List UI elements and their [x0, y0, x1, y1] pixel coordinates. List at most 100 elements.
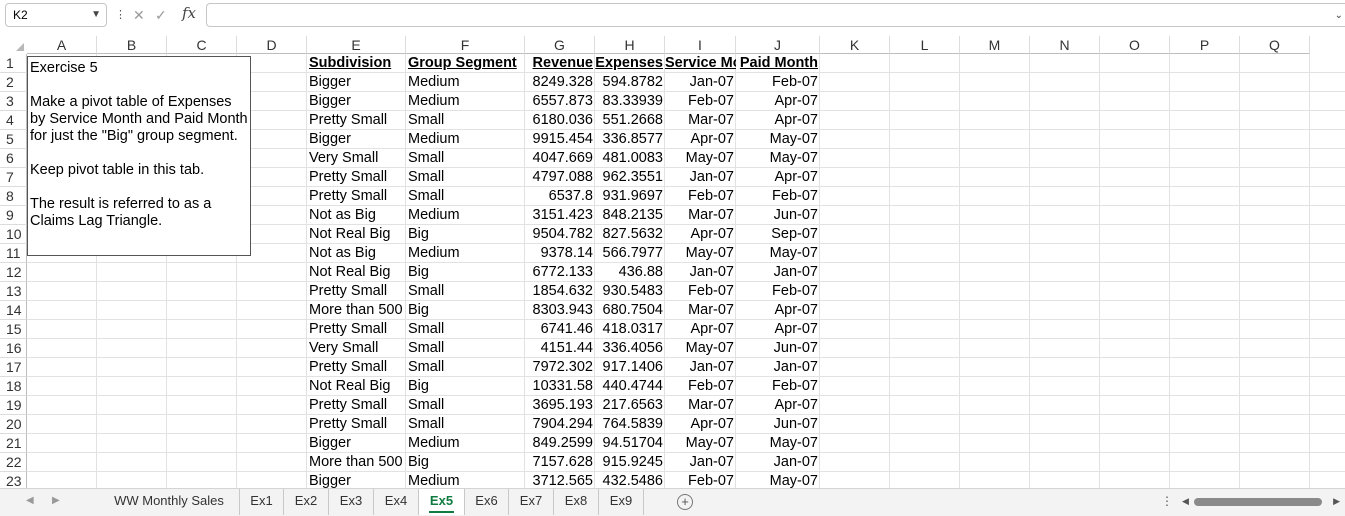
row-header-8[interactable]: 8 [0, 187, 27, 206]
table-cell[interactable]: Big [406, 453, 525, 472]
table-cell[interactable]: 1854.632 [525, 282, 595, 301]
table-cell[interactable]: 6772.133 [525, 263, 595, 282]
table-cell[interactable]: Small [406, 187, 525, 206]
table-cell[interactable]: Medium [406, 244, 525, 263]
header-cell[interactable]: Group Segment [406, 54, 525, 73]
tab-ex2[interactable]: Ex2 [284, 489, 329, 515]
row-header-1[interactable]: 1 [0, 54, 27, 73]
cancel-icon[interactable]: ✕ [133, 5, 145, 25]
row-header-19[interactable]: 19 [0, 396, 27, 415]
row-header-23[interactable]: 23 [0, 472, 27, 488]
table-cell[interactable]: Apr-07 [736, 301, 820, 320]
horizontal-scrollbar[interactable]: ◀ ▶ [1180, 496, 1340, 507]
row-header-12[interactable]: 12 [0, 263, 27, 282]
row-header-10[interactable]: 10 [0, 225, 27, 244]
row-header-11[interactable]: 11 [0, 244, 27, 263]
table-cell[interactable]: Apr-07 [736, 320, 820, 339]
table-cell[interactable]: 917.1406 [595, 358, 665, 377]
table-cell[interactable]: 3151.423 [525, 206, 595, 225]
table-cell[interactable]: 336.4056 [595, 339, 665, 358]
table-cell[interactable]: Mar-07 [665, 301, 736, 320]
row-header-14[interactable]: 14 [0, 301, 27, 320]
table-cell[interactable]: 7904.294 [525, 415, 595, 434]
table-cell[interactable]: Bigger [307, 434, 406, 453]
name-box[interactable]: K2 ▼ [5, 3, 107, 27]
tab-ex4[interactable]: Ex4 [374, 489, 419, 515]
header-cell[interactable]: Subdivision [307, 54, 406, 73]
table-cell[interactable]: 217.6563 [595, 396, 665, 415]
column-header-l[interactable]: L [890, 36, 960, 54]
tab-ex9[interactable]: Ex9 [599, 489, 644, 515]
table-cell[interactable]: 4151.44 [525, 339, 595, 358]
table-cell[interactable]: May-07 [736, 130, 820, 149]
table-cell[interactable]: Big [406, 377, 525, 396]
table-cell[interactable]: Big [406, 263, 525, 282]
column-header-p[interactable]: P [1170, 36, 1240, 54]
table-cell[interactable]: Jan-07 [665, 263, 736, 282]
row-header-5[interactable]: 5 [0, 130, 27, 149]
table-cell[interactable]: Mar-07 [665, 206, 736, 225]
table-cell[interactable]: 94.51704 [595, 434, 665, 453]
table-cell[interactable]: 594.8782 [595, 73, 665, 92]
row-header-9[interactable]: 9 [0, 206, 27, 225]
check-icon[interactable]: ✓ [155, 5, 167, 25]
table-cell[interactable]: Bigger [307, 73, 406, 92]
tab-ex5[interactable]: Ex5 [419, 489, 465, 515]
prev-sheet-icon[interactable]: ◀ [26, 495, 34, 506]
table-cell[interactable]: 481.0083 [595, 149, 665, 168]
table-cell[interactable]: 10331.58 [525, 377, 595, 396]
table-cell[interactable]: Small [406, 358, 525, 377]
table-cell[interactable]: Very Small [307, 339, 406, 358]
table-cell[interactable]: Medium [406, 130, 525, 149]
table-cell[interactable]: Apr-07 [665, 130, 736, 149]
table-cell[interactable]: More than 500 [307, 301, 406, 320]
table-cell[interactable]: 962.3551 [595, 168, 665, 187]
scroll-left-icon[interactable]: ◀ [1182, 496, 1189, 507]
table-cell[interactable]: Apr-07 [665, 320, 736, 339]
table-cell[interactable]: Apr-07 [665, 225, 736, 244]
table-cell[interactable]: Bigger [307, 472, 406, 488]
table-cell[interactable]: More than 500 [307, 453, 406, 472]
table-cell[interactable]: Pretty Small [307, 168, 406, 187]
table-cell[interactable]: Big [406, 225, 525, 244]
column-header-c[interactable]: C [167, 36, 237, 54]
table-cell[interactable]: Jan-07 [736, 263, 820, 282]
table-cell[interactable]: 436.88 [595, 263, 665, 282]
table-cell[interactable]: 764.5839 [595, 415, 665, 434]
table-cell[interactable]: Jan-07 [736, 358, 820, 377]
tab-ex6[interactable]: Ex6 [465, 489, 509, 515]
table-cell[interactable]: 6180.036 [525, 111, 595, 130]
table-cell[interactable]: 930.5483 [595, 282, 665, 301]
table-cell[interactable]: 9915.454 [525, 130, 595, 149]
table-cell[interactable]: Not as Big [307, 244, 406, 263]
table-cell[interactable]: 3712.565 [525, 472, 595, 488]
table-cell[interactable]: Small [406, 149, 525, 168]
table-cell[interactable]: Not Real Big [307, 225, 406, 244]
table-cell[interactable]: Apr-07 [736, 92, 820, 111]
column-header-i[interactable]: I [665, 36, 736, 54]
table-cell[interactable]: 4047.669 [525, 149, 595, 168]
tab-ex8[interactable]: Ex8 [554, 489, 599, 515]
chevron-down-icon[interactable]: ▼ [91, 4, 101, 26]
table-cell[interactable]: May-07 [665, 339, 736, 358]
table-cell[interactable]: Apr-07 [736, 168, 820, 187]
table-cell[interactable]: Bigger [307, 92, 406, 111]
table-cell[interactable]: Jun-07 [736, 415, 820, 434]
table-cell[interactable]: Sep-07 [736, 225, 820, 244]
table-cell[interactable]: 827.5632 [595, 225, 665, 244]
formula-input[interactable]: ⌄ [206, 3, 1345, 27]
table-cell[interactable]: May-07 [736, 149, 820, 168]
more-options-icon[interactable]: ⋮ [115, 5, 126, 25]
row-header-16[interactable]: 16 [0, 339, 27, 358]
table-cell[interactable]: Pretty Small [307, 320, 406, 339]
table-cell[interactable]: 849.2599 [525, 434, 595, 453]
tab-ex3[interactable]: Ex3 [329, 489, 374, 515]
table-cell[interactable]: 551.2668 [595, 111, 665, 130]
table-cell[interactable]: Not Real Big [307, 377, 406, 396]
column-header-k[interactable]: K [820, 36, 890, 54]
table-cell[interactable]: Small [406, 111, 525, 130]
table-cell[interactable]: Jan-07 [665, 73, 736, 92]
header-cell[interactable]: Revenue [525, 54, 595, 73]
table-cell[interactable]: Small [406, 320, 525, 339]
column-header-g[interactable]: G [525, 36, 595, 54]
